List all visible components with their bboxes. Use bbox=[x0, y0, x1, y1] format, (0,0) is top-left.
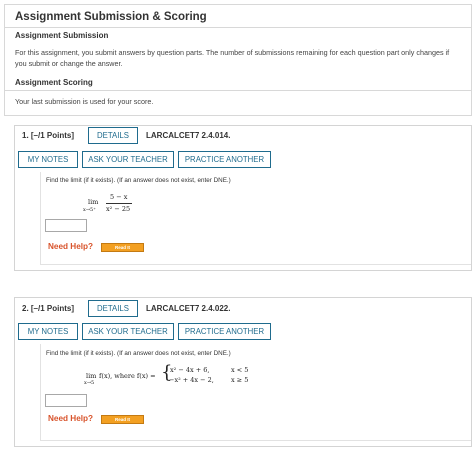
scoring-heading: Assignment Scoring bbox=[15, 78, 93, 87]
question-1-details-button[interactable]: DETAILS bbox=[88, 127, 138, 144]
piecewise-condition-1: x < 5 bbox=[231, 366, 249, 374]
submission-heading: Assignment Submission bbox=[15, 31, 109, 40]
question-1-read-it-button[interactable]: Read It bbox=[101, 243, 144, 252]
page-title: Assignment Submission & Scoring bbox=[15, 11, 207, 23]
question-1-prompt: Find the limit (if it exists). (If an an… bbox=[46, 177, 231, 184]
submission-text: For this assignment, you submit answers … bbox=[15, 48, 450, 68]
question-2-read-it-button[interactable]: Read It bbox=[101, 415, 144, 424]
question-1-ask-teacher-button[interactable]: ASK YOUR TEACHER bbox=[82, 151, 174, 168]
question-1-code: LARCALCET7 2.4.014. bbox=[146, 131, 231, 140]
question-1-my-notes-button[interactable]: MY NOTES bbox=[18, 151, 78, 168]
question-1-need-help: Need Help? bbox=[48, 242, 94, 251]
limit-operator: lim bbox=[86, 372, 97, 380]
question-2-prompt: Find the limit (if it exists). (If an an… bbox=[46, 350, 231, 357]
piecewise-condition-2: x ≥ 5 bbox=[231, 376, 249, 384]
question-2-ask-teacher-button[interactable]: ASK YOUR TEACHER bbox=[82, 323, 174, 340]
divider bbox=[4, 115, 471, 116]
question-2-need-help: Need Help? bbox=[48, 414, 94, 423]
question-2-label: 2. [–/1 Points] bbox=[22, 304, 75, 313]
divider bbox=[4, 90, 471, 91]
question-1-practice-another-button[interactable]: PRACTICE ANOTHER bbox=[178, 151, 271, 168]
limit-operator: lim bbox=[88, 198, 99, 206]
question-1-label: 1. [–/1 Points] bbox=[22, 131, 75, 140]
fraction-bar bbox=[106, 203, 132, 204]
fraction-numerator: 5 − x bbox=[110, 193, 128, 201]
limit-subscript: x→5 bbox=[84, 380, 95, 386]
fraction-denominator: x² − 25 bbox=[106, 205, 131, 213]
question-2-answer-input[interactable] bbox=[45, 394, 87, 407]
scoring-text: Your last submission is used for your sc… bbox=[15, 97, 154, 106]
question-1-answer-input[interactable] bbox=[45, 219, 87, 232]
limit-subscript: x→5⁺ bbox=[83, 207, 96, 213]
question-2-details-button[interactable]: DETAILS bbox=[88, 300, 138, 317]
piecewise-case-2: −x² + 4x − 2, bbox=[169, 376, 214, 384]
question-2-body bbox=[40, 344, 471, 441]
divider bbox=[4, 27, 471, 28]
piecewise-expression: f(x), where f(x) = bbox=[99, 372, 156, 380]
question-2-practice-another-button[interactable]: PRACTICE ANOTHER bbox=[178, 323, 271, 340]
piecewise-case-1: x² − 4x + 6, bbox=[170, 366, 210, 374]
question-2-my-notes-button[interactable]: MY NOTES bbox=[18, 323, 78, 340]
question-2-code: LARCALCET7 2.4.022. bbox=[146, 304, 231, 313]
